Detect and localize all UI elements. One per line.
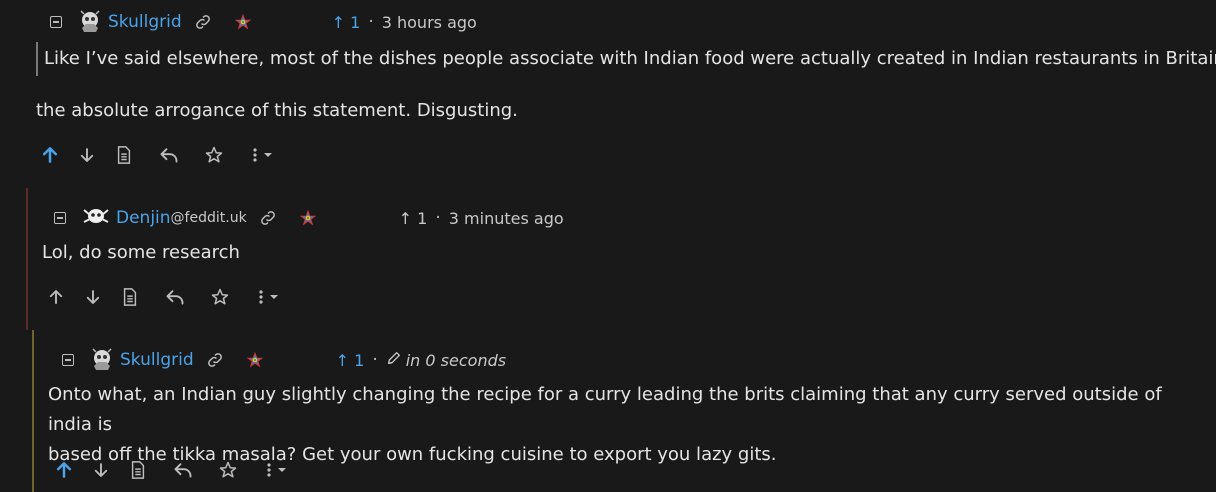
comment-header: Skullgrid ↑ 1 · in 0 seconds [62, 347, 506, 373]
separator: · [435, 208, 441, 228]
upvote-button[interactable] [52, 458, 76, 482]
chevron-down-icon [264, 153, 272, 157]
username[interactable]: Skullgrid [120, 350, 194, 370]
rainbow-star-badge-icon [234, 13, 252, 31]
more-icon [267, 463, 286, 477]
comment-actions [38, 143, 292, 167]
avatar[interactable] [78, 10, 102, 34]
reply-button[interactable] [163, 285, 187, 309]
view-source-button[interactable] [112, 143, 136, 167]
more-button[interactable] [263, 458, 293, 482]
reply-button[interactable] [157, 143, 181, 167]
comment-3: Skullgrid ↑ 1 · in 0 seconds Onto what, … [32, 330, 1216, 492]
score: ↑ 1 [335, 350, 365, 370]
star-icon [219, 461, 237, 478]
upvote-icon [49, 290, 63, 304]
reply-icon [166, 290, 184, 305]
upvote-button[interactable] [44, 285, 68, 309]
rainbow-star-badge-icon [299, 209, 317, 227]
comment-body: Onto what, an Indian guy slightly changi… [48, 380, 1208, 470]
comment-body: the absolute arrogance of this statement… [36, 100, 518, 121]
save-button[interactable] [202, 143, 226, 167]
comment-actions [44, 285, 298, 309]
comment-body: Lol, do some research [42, 242, 240, 263]
upvote-button[interactable] [38, 143, 62, 167]
downvote-icon [94, 463, 108, 477]
link-icon[interactable] [259, 209, 277, 227]
pencil-icon [386, 350, 402, 371]
link-icon[interactable] [206, 351, 224, 369]
comment-actions [52, 458, 306, 482]
blockquote: Like I’ve said elsewhere, most of the di… [36, 42, 1216, 76]
downvote-icon [86, 290, 100, 304]
more-icon [253, 148, 272, 162]
downvote-button[interactable] [75, 143, 99, 167]
view-source-icon [131, 461, 145, 479]
chevron-down-icon [278, 468, 286, 472]
reply-button[interactable] [171, 458, 195, 482]
comment-header: Skullgrid ↑ 1 · 3 hours ago [50, 9, 477, 35]
rainbow-star-badge-icon [246, 351, 264, 369]
view-source-icon [117, 146, 131, 164]
more-button[interactable] [255, 285, 285, 309]
chevron-down-icon [270, 295, 278, 299]
view-source-icon [123, 288, 137, 306]
downvote-button[interactable] [81, 285, 105, 309]
reply-icon [174, 463, 192, 478]
more-icon [259, 290, 278, 304]
username[interactable]: Denjin [116, 208, 171, 228]
downvote-button[interactable] [89, 458, 113, 482]
collapse-icon[interactable] [50, 16, 62, 28]
username[interactable]: Skullgrid [108, 12, 182, 32]
more-button[interactable] [249, 143, 279, 167]
collapse-icon[interactable] [54, 212, 66, 224]
upvote-icon [56, 462, 72, 478]
separator: · [372, 350, 378, 370]
upvote-icon [42, 147, 58, 163]
collapse-icon[interactable] [62, 354, 74, 366]
separator: · [368, 12, 374, 32]
score: ↑ 1 [331, 12, 361, 32]
star-icon [205, 146, 223, 163]
avatar[interactable] [90, 348, 114, 372]
instance[interactable]: @feddit.uk [171, 210, 247, 226]
avatar[interactable] [82, 206, 110, 230]
view-source-button[interactable] [118, 285, 142, 309]
downvote-icon [80, 148, 94, 162]
star-icon [211, 288, 229, 305]
link-icon[interactable] [194, 13, 212, 31]
score: ↑ 1 [398, 208, 428, 228]
comment-1: Skullgrid ↑ 1 · 3 hours ago Like I’ve sa… [0, 0, 1216, 180]
timestamp: in 0 seconds [405, 350, 507, 370]
comment-body-line: Onto what, an Indian guy slightly changi… [48, 384, 1162, 435]
timestamp: 3 minutes ago [448, 208, 564, 228]
save-button[interactable] [216, 458, 240, 482]
view-source-button[interactable] [126, 458, 150, 482]
comment-header: Denjin @feddit.uk ↑ 1 · 3 minutes ago [54, 205, 564, 231]
save-button[interactable] [208, 285, 232, 309]
reply-icon [160, 148, 178, 163]
timestamp: 3 hours ago [381, 12, 477, 32]
comment-2: Denjin @feddit.uk ↑ 1 · 3 minutes ago Lol… [26, 188, 1216, 330]
